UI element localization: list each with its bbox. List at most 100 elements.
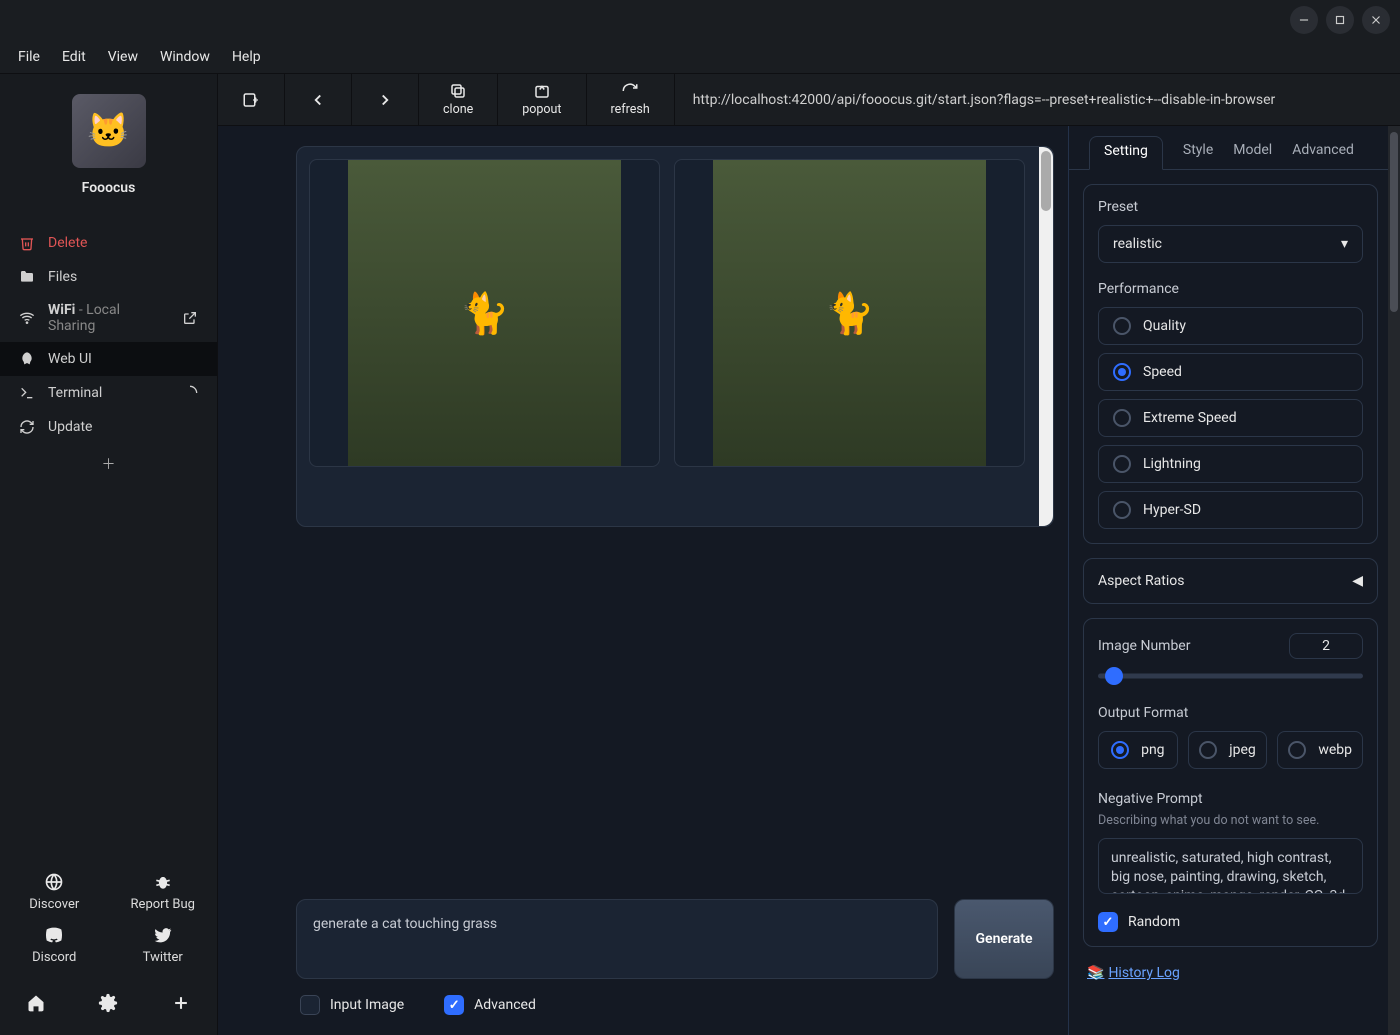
checkbox-label: Random bbox=[1128, 914, 1180, 930]
aspect-ratios-collapse[interactable]: Aspect Ratios ◀ bbox=[1083, 558, 1378, 604]
refresh-button[interactable]: refresh bbox=[587, 74, 675, 125]
sidebar-item-update[interactable]: Update bbox=[0, 410, 217, 444]
books-icon: 📚 bbox=[1087, 965, 1104, 981]
performance-lightning[interactable]: Lightning bbox=[1098, 445, 1363, 483]
output-format-jpeg[interactable]: jpeg bbox=[1188, 731, 1268, 769]
history-log-link[interactable]: 📚 History Log bbox=[1087, 965, 1180, 981]
button-label: popout bbox=[522, 102, 561, 117]
menu-view[interactable]: View bbox=[108, 49, 138, 65]
terminal-icon bbox=[18, 384, 36, 402]
sidebar-item-label: WiFi - Local Sharing bbox=[48, 302, 169, 334]
radio-icon bbox=[1113, 455, 1131, 473]
triangle-left-icon: ◀ bbox=[1352, 573, 1363, 589]
sidebar-item-label: Terminal bbox=[48, 385, 102, 401]
sidebar-item-files[interactable]: Files bbox=[0, 260, 217, 294]
radio-label: Quality bbox=[1143, 318, 1186, 334]
tab-advanced[interactable]: Advanced bbox=[1292, 136, 1354, 169]
sidebar-item-label: Files bbox=[48, 269, 77, 285]
window-maximize-button[interactable] bbox=[1326, 6, 1354, 34]
radio-label: jpeg bbox=[1229, 742, 1256, 758]
titlebar bbox=[0, 0, 1400, 40]
sidebar-item-wifi[interactable]: WiFi - Local Sharing bbox=[0, 294, 217, 342]
menubar: File Edit View Window Help bbox=[0, 40, 1400, 74]
performance-quality[interactable]: Quality bbox=[1098, 307, 1363, 345]
footer-discord[interactable]: Discord bbox=[0, 924, 109, 965]
app-logo: 🐱 bbox=[72, 94, 146, 168]
gallery-scrollbar[interactable] bbox=[1039, 147, 1053, 526]
prompt-input[interactable]: generate a cat touching grass bbox=[296, 899, 938, 979]
globe-icon bbox=[0, 871, 109, 893]
image-number-label: Image Number bbox=[1098, 638, 1190, 654]
clone-button[interactable]: clone bbox=[419, 74, 498, 125]
chevron-down-icon: ▾ bbox=[1341, 236, 1348, 252]
radio-label: Lightning bbox=[1143, 456, 1201, 472]
spinner-icon bbox=[181, 384, 199, 402]
url-bar[interactable]: http://localhost:42000/api/fooocus.git/s… bbox=[675, 92, 1400, 108]
rocket-icon bbox=[18, 350, 36, 368]
menu-window[interactable]: Window bbox=[160, 49, 210, 65]
output-format-png[interactable]: png bbox=[1098, 731, 1178, 769]
menu-help[interactable]: Help bbox=[232, 49, 261, 65]
radio-label: Hyper-SD bbox=[1143, 502, 1201, 518]
nav-forward-button[interactable] bbox=[352, 74, 419, 125]
radio-icon bbox=[1113, 363, 1131, 381]
tab-setting[interactable]: Setting bbox=[1089, 136, 1163, 170]
sidebar-item-delete[interactable]: Delete bbox=[0, 226, 217, 260]
checkbox-icon bbox=[444, 995, 464, 1015]
sidebar-add-button[interactable]: ＋ bbox=[0, 444, 217, 484]
negative-prompt-input[interactable]: unrealistic, saturated, high contrast, b… bbox=[1098, 838, 1363, 894]
app-title: Fooocus bbox=[0, 180, 217, 196]
link-label: History Log bbox=[1108, 965, 1179, 981]
image-number-input[interactable]: 2 bbox=[1289, 633, 1363, 659]
button-label: clone bbox=[443, 102, 473, 117]
performance-hyper-sd[interactable]: Hyper-SD bbox=[1098, 491, 1363, 529]
twitter-icon bbox=[109, 924, 218, 946]
image-number-slider[interactable] bbox=[1098, 669, 1363, 683]
button-label: refresh bbox=[611, 102, 650, 117]
input-image-checkbox[interactable]: Input Image bbox=[300, 995, 404, 1015]
footer-discover[interactable]: Discover bbox=[0, 871, 109, 912]
radio-label: Speed bbox=[1143, 364, 1182, 380]
sidebar-item-terminal[interactable]: Terminal bbox=[0, 376, 217, 410]
popout-button[interactable]: popout bbox=[498, 74, 586, 125]
preset-select[interactable]: realistic ▾ bbox=[1098, 225, 1363, 263]
radio-icon bbox=[1113, 409, 1131, 427]
performance-speed[interactable]: Speed bbox=[1098, 353, 1363, 391]
advanced-checkbox[interactable]: Advanced bbox=[444, 995, 536, 1015]
output-format-webp[interactable]: webp bbox=[1277, 731, 1363, 769]
tab-model[interactable]: Model bbox=[1233, 136, 1272, 169]
footer-report-bug[interactable]: Report Bug bbox=[109, 871, 218, 912]
menu-file[interactable]: File bbox=[18, 49, 40, 65]
settings-button[interactable] bbox=[92, 987, 124, 1019]
panel-scrollbar[interactable] bbox=[1388, 126, 1400, 1035]
output-image-1[interactable]: 🐈 bbox=[309, 159, 660, 467]
window-close-button[interactable] bbox=[1362, 6, 1390, 34]
external-link-icon[interactable] bbox=[181, 309, 199, 327]
wifi-icon bbox=[18, 309, 36, 327]
add-button[interactable] bbox=[165, 987, 197, 1019]
menu-edit[interactable]: Edit bbox=[62, 49, 86, 65]
random-checkbox[interactable]: Random bbox=[1098, 912, 1363, 932]
radio-icon bbox=[1288, 741, 1306, 759]
panel-tabs: Setting Style Model Advanced bbox=[1069, 126, 1400, 170]
sidebar-item-label: Delete bbox=[48, 235, 87, 251]
radio-icon bbox=[1111, 741, 1129, 759]
sidebar-toggle-button[interactable] bbox=[218, 74, 285, 125]
footer-label: Twitter bbox=[109, 950, 218, 965]
folder-icon bbox=[18, 268, 36, 286]
checkbox-icon bbox=[1098, 912, 1118, 932]
footer-twitter[interactable]: Twitter bbox=[109, 924, 218, 965]
right-panel: Setting Style Model Advanced Preset real… bbox=[1068, 126, 1400, 1035]
window-minimize-button[interactable] bbox=[1290, 6, 1318, 34]
sidebar-item-webui[interactable]: Web UI bbox=[0, 342, 217, 376]
performance-extreme-speed[interactable]: Extreme Speed bbox=[1098, 399, 1363, 437]
nav-back-button[interactable] bbox=[285, 74, 352, 125]
footer-label: Report Bug bbox=[109, 897, 218, 912]
tab-style[interactable]: Style bbox=[1183, 136, 1213, 169]
home-button[interactable] bbox=[20, 987, 52, 1019]
radio-icon bbox=[1113, 317, 1131, 335]
performance-label: Performance bbox=[1098, 281, 1363, 297]
preset-label: Preset bbox=[1098, 199, 1363, 215]
generate-button[interactable]: Generate bbox=[954, 899, 1054, 979]
output-image-2[interactable]: 🐈 bbox=[674, 159, 1025, 467]
